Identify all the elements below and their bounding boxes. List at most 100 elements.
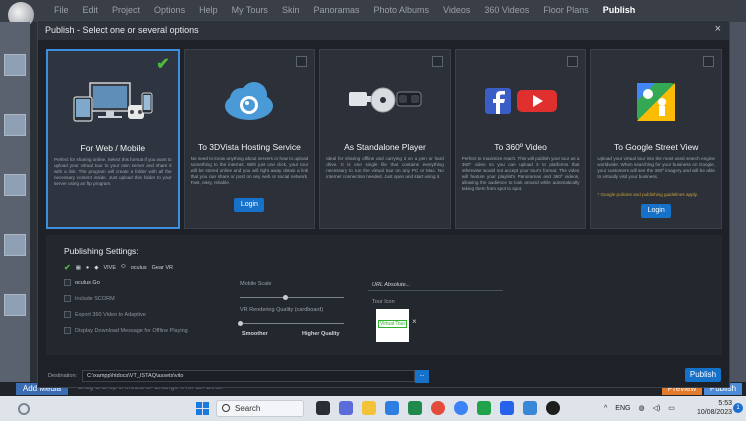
google-street-view-icon <box>591 74 721 130</box>
panorama-thumbnail[interactable] <box>4 294 26 316</box>
publish-button[interactable]: Publish <box>685 368 721 382</box>
check-icon[interactable]: ✔ <box>64 263 71 272</box>
network-icon[interactable]: ◍ <box>638 404 644 412</box>
app-left-panel <box>0 22 30 382</box>
card-policy-note[interactable]: * Google policies and publishing guideli… <box>597 192 715 198</box>
mobile-scale-slider[interactable] <box>240 297 344 298</box>
menu-edit[interactable]: Edit <box>83 5 99 15</box>
card-standalone-player[interactable]: As Standalone Player Ideal for sharing o… <box>319 49 451 229</box>
vr-quality-handle[interactable] <box>238 321 243 326</box>
select-checkbox[interactable] <box>567 56 579 67</box>
taskbar-search[interactable]: Search <box>216 400 304 417</box>
card-title: To 360º Video <box>494 142 547 152</box>
destination-field[interactable]: C:\xampp\htdocs\VT_ISTAQ\assets\vito <box>82 370 415 382</box>
menu-videos[interactable]: Videos <box>443 5 470 15</box>
clock-time: 5:53 <box>718 400 732 407</box>
menu-help[interactable]: Help <box>199 5 218 15</box>
battery-icon[interactable]: ▭ <box>668 404 675 412</box>
vr-quality-slider[interactable] <box>240 323 344 324</box>
card-360-video[interactable]: To 360º Video Perfect to maximize reach.… <box>454 49 587 229</box>
card-3dvista-hosting[interactable]: To 3DVista Hosting Service No need to kn… <box>183 49 316 229</box>
destination-label: Destination: <box>48 373 78 379</box>
app-menu: File Edit Project Options Help My Tours … <box>54 5 635 15</box>
gear-vr-label: Gear VR <box>151 264 174 271</box>
chrome-icon[interactable] <box>431 401 445 415</box>
close-icon[interactable]: × <box>715 23 721 35</box>
include-scorm-label: Include SCORM <box>75 295 115 302</box>
oculus-label: oculus <box>130 264 147 271</box>
widgets-icon[interactable] <box>18 403 30 415</box>
system-tray: ^ ENG ◍ ◁) ▭ <box>604 404 675 413</box>
task-view-icon[interactable] <box>316 401 330 415</box>
menu-skin[interactable]: Skin <box>282 5 300 15</box>
android-icon: ◆ <box>94 264 99 271</box>
panorama-thumbnail[interactable] <box>4 114 26 136</box>
select-checkbox[interactable] <box>431 56 443 67</box>
url-field[interactable]: URL Absolute... <box>368 279 503 291</box>
include-scorm-option[interactable]: Include SCORM <box>64 295 115 302</box>
card-description: No need to know anything about servers o… <box>190 156 309 185</box>
menu-project[interactable]: Project <box>112 5 140 15</box>
mobile-scale-label: Mobile Scale <box>240 281 272 287</box>
vr-quality-label: VR Rendering Quality (cardboard) <box>240 307 324 313</box>
browse-button[interactable]: ... <box>415 370 429 383</box>
app-icon[interactable] <box>500 401 514 415</box>
login-button[interactable]: Login <box>234 198 265 212</box>
include-scorm-checkbox[interactable] <box>64 295 71 302</box>
chevron-up-icon[interactable]: ^ <box>604 405 607 412</box>
mobile-scale-handle[interactable] <box>283 295 288 300</box>
volume-icon[interactable]: ◁) <box>653 404 661 412</box>
select-checkbox[interactable] <box>702 56 714 67</box>
menu-photo-albums[interactable]: Photo Albums <box>373 5 429 15</box>
panorama-thumbnail[interactable] <box>4 174 26 196</box>
social-video-icon <box>456 74 586 130</box>
file-explorer-icon[interactable] <box>362 401 376 415</box>
remove-icon[interactable]: × <box>412 317 417 326</box>
tour-icon-preview[interactable]: Virtual Tour <box>376 309 409 342</box>
card-title: As Standalone Player <box>344 142 426 152</box>
windows-start-icon[interactable] <box>196 402 209 415</box>
card-web-mobile[interactable]: ✔ For Web / Mobile Perfect for sharing o… <box>46 49 180 229</box>
app-icon[interactable] <box>408 401 422 415</box>
clock[interactable]: 5:53 10/08/2023 <box>697 399 732 417</box>
panorama-thumbnail[interactable] <box>4 54 26 76</box>
app-icon[interactable] <box>546 401 560 415</box>
taskbar: Search ^ ENG ◍ ◁) ▭ 5:53 10/08/2023 1 <box>0 396 746 421</box>
higher-quality-label: Higher Quality <box>302 331 340 337</box>
export-360-option[interactable]: Export 360 Video to Adaptive <box>64 311 146 318</box>
oculus-icon: ⬭ <box>121 264 126 270</box>
menu-file[interactable]: File <box>54 5 69 15</box>
language-indicator[interactable]: ENG <box>615 405 630 412</box>
menu-my-tours[interactable]: My Tours <box>232 5 268 15</box>
menu-options[interactable]: Options <box>154 5 185 15</box>
menu-publish[interactable]: Publish <box>603 5 636 15</box>
display-download-checkbox[interactable] <box>64 327 71 334</box>
export-360-checkbox[interactable] <box>64 311 71 318</box>
oculus-go-checkbox[interactable] <box>64 279 71 286</box>
app-icon[interactable] <box>454 401 468 415</box>
app-icon[interactable] <box>477 401 491 415</box>
select-checkbox[interactable] <box>296 56 308 67</box>
export-360-label: Export 360 Video to Adaptive <box>75 311 146 318</box>
panorama-thumbnail[interactable] <box>4 234 26 256</box>
apple-icon: ● <box>85 264 90 271</box>
search-icon <box>222 404 230 412</box>
oculus-go-option[interactable]: oculus Go <box>64 279 100 286</box>
notification-badge[interactable]: 1 <box>733 403 743 413</box>
teams-icon[interactable] <box>339 401 353 415</box>
login-button[interactable]: Login <box>641 204 672 218</box>
menu-floor-plans[interactable]: Floor Plans <box>543 5 589 15</box>
store-icon[interactable] <box>385 401 399 415</box>
tour-icon-label: Tour Icon <box>372 299 395 305</box>
card-google-street-view[interactable]: To Google Street View Upload your virtua… <box>590 49 722 229</box>
display-download-option[interactable]: Display Download Message for Offline Pla… <box>64 327 188 334</box>
publishing-settings: Publishing Settings: ✔ ▦ ● ◆ VIVE ⬭ ocul… <box>46 235 722 355</box>
settings-title: Publishing Settings: <box>64 246 139 256</box>
app-menubar: File Edit Project Options Help My Tours … <box>0 0 746 28</box>
menu-360-videos[interactable]: 360 Videos <box>484 5 529 15</box>
menu-panoramas[interactable]: Panoramas <box>313 5 359 15</box>
windows-icon: ▦ <box>75 264 81 271</box>
dialog-title: Publish - Select one or several options <box>38 21 729 40</box>
vscode-icon[interactable] <box>523 401 537 415</box>
standalone-icon <box>320 74 450 130</box>
